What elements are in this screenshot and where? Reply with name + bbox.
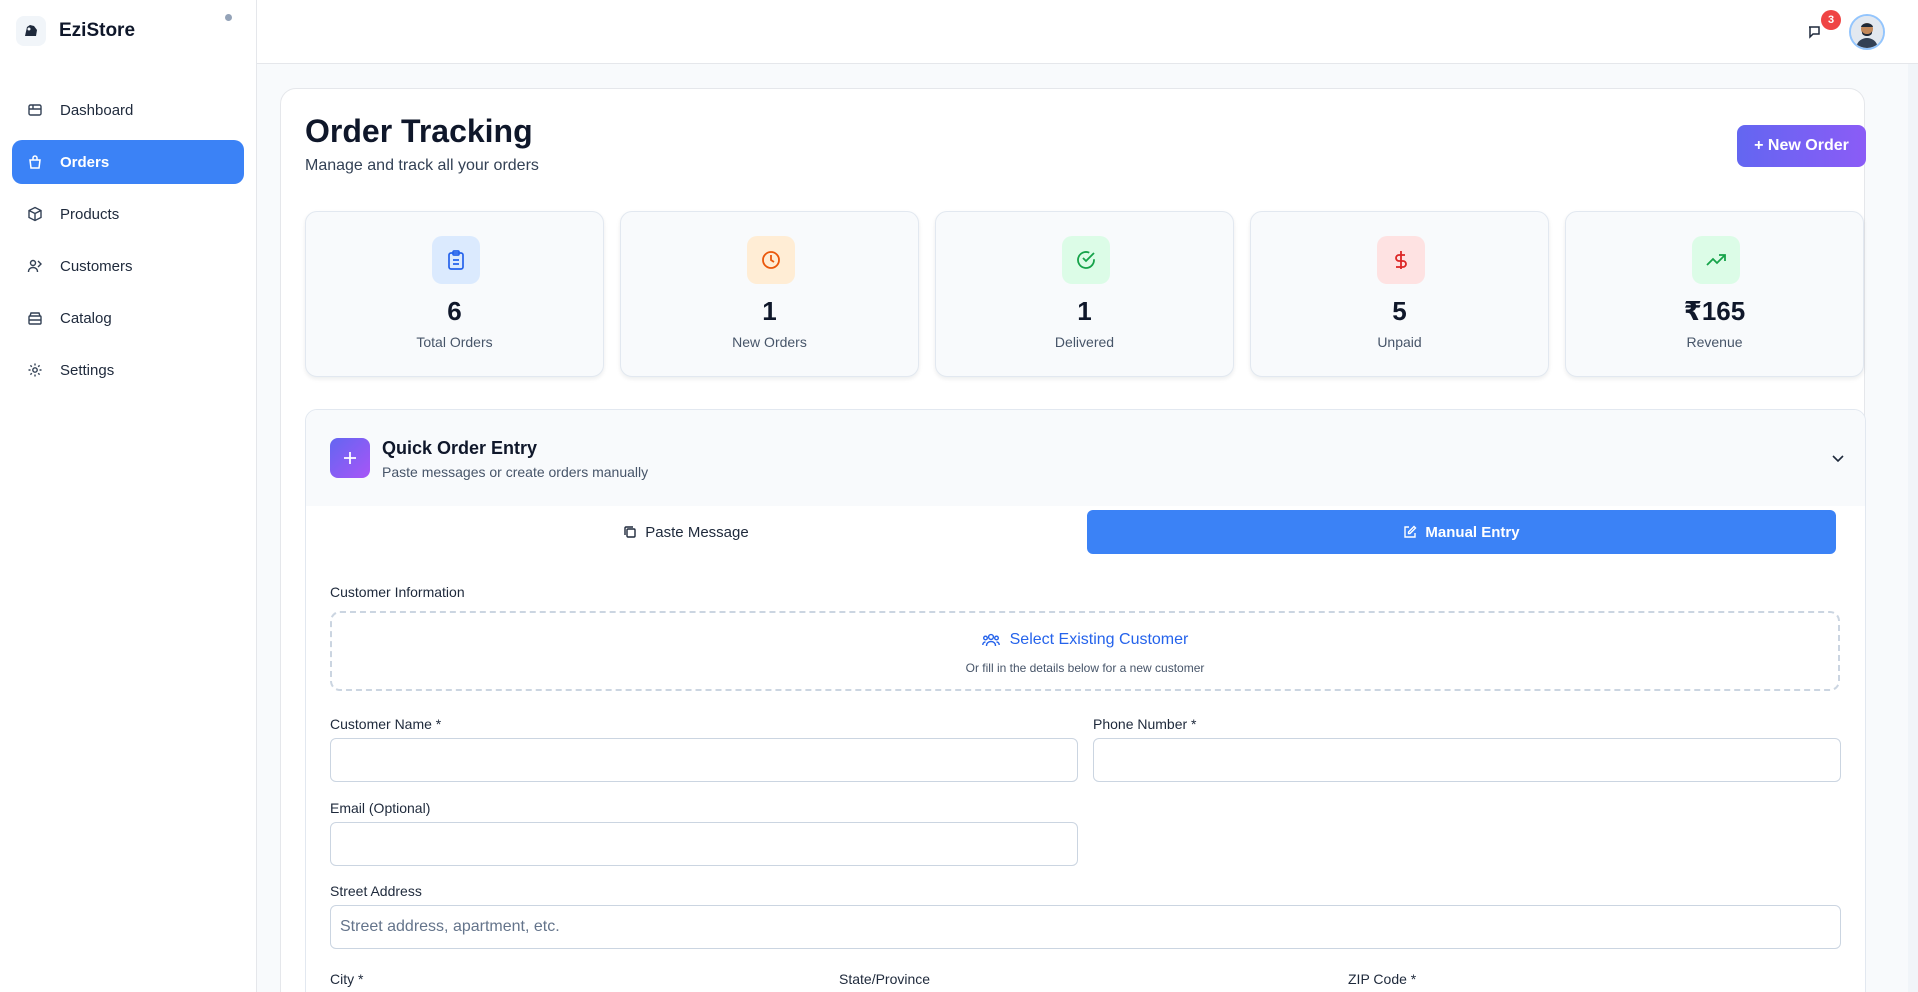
sidebar-item-products[interactable]: Products [12,192,244,236]
email-label: Email (Optional) [330,800,431,816]
brand-name: EziStore [59,20,136,41]
quick-order-entry-title: Quick Order Entry [382,438,538,458]
customer-name-input[interactable] [330,738,1078,782]
select-existing-customer-label: Select Existing Customer [1009,631,1189,648]
phone-number-input[interactable] [1093,738,1841,782]
gear-icon [26,361,44,379]
catalog-icon [26,309,44,327]
phone-number-label: Phone Number * [1093,716,1197,732]
stat-value: 5 [1392,296,1407,326]
sidebar-toggle-dot[interactable] [225,14,232,21]
street-address-label: Street Address [330,883,422,899]
street-address-input[interactable] [330,905,1841,949]
state-province-label: State/Province [839,971,931,987]
stat-label: Delivered [1054,334,1115,350]
clock-icon [747,236,795,284]
tab-manual-entry[interactable]: Manual Entry [1087,510,1836,554]
stat-card-unpaid: 5 Unpaid [1250,211,1549,377]
stat-label: Revenue [1686,334,1743,350]
sidebar: EziStore Dashboard Orders Products Custo… [0,0,257,992]
user-avatar[interactable] [1849,14,1885,50]
page-scrollbar[interactable] [1908,64,1918,992]
page-title: Order Tracking [305,113,533,149]
edit-icon [1403,525,1417,539]
email-input[interactable] [330,822,1078,866]
quick-order-entry-header[interactable]: Quick Order Entry Paste messages or crea… [306,410,1865,506]
zip-code-label: ZIP Code * [1348,971,1417,987]
page-subtitle: Manage and track all your orders [305,157,539,174]
customer-information-label: Customer Information [330,584,465,600]
stat-label: Unpaid [1377,334,1422,350]
stat-label: Total Orders [416,334,493,350]
sidebar-item-catalog[interactable]: Catalog [12,296,244,340]
sidebar-item-label: Products [60,205,120,223]
main-card: Order Tracking Manage and track all your… [280,88,1866,992]
plus-icon [330,438,370,478]
sidebar-item-label: Catalog [60,309,112,327]
sidebar-nav: Dashboard Orders Products Customers Cata… [12,88,244,400]
city-label: City * [330,971,364,987]
top-bar: 3 [257,0,1918,64]
users-icon [26,257,44,275]
notification-badge: 3 [1821,10,1841,30]
brand[interactable]: EziStore [16,14,241,48]
select-existing-hint: Or fill in the details below for a new c… [965,661,1205,675]
tab-paste-message[interactable]: Paste Message [306,510,1066,554]
stat-value: 6 [447,296,462,326]
stat-card-total-orders: 6 Total Orders [305,211,604,377]
sidebar-item-dashboard[interactable]: Dashboard [12,88,244,132]
stat-value: ₹165 [1683,296,1746,326]
copy-icon [623,525,637,539]
sidebar-item-label: Settings [60,361,115,379]
new-order-button[interactable]: + New Order [1737,125,1866,167]
stats-row: 6 Total Orders 1 New Orders 1 Delivered … [305,211,1866,377]
sidebar-item-customers[interactable]: Customers [12,244,244,288]
stat-label: New Orders [732,334,807,350]
chevron-down-icon[interactable] [1826,446,1850,470]
customer-name-label: Customer Name * [330,716,442,732]
stat-card-new-orders: 1 New Orders [620,211,919,377]
brand-logo-icon [16,16,46,46]
stat-card-delivered: 1 Delivered [935,211,1234,377]
quick-order-entry-panel: Quick Order Entry Paste messages or crea… [305,409,1866,992]
stat-card-revenue: ₹165 Revenue [1565,211,1864,377]
stat-value: 1 [762,296,777,326]
trending-up-icon [1692,236,1740,284]
sidebar-item-label: Customers [60,257,133,275]
select-existing-customer-box[interactable]: Select Existing Customer Or fill in the … [330,611,1840,691]
dashboard-icon [26,101,44,119]
bag-icon [26,153,44,171]
tab-label: Paste Message [645,523,749,541]
stat-value: 1 [1077,296,1092,326]
check-circle-icon [1062,236,1110,284]
dollar-icon [1377,236,1425,284]
sidebar-item-settings[interactable]: Settings [12,348,244,392]
users-group-icon [981,632,1000,648]
tab-label: Manual Entry [1425,523,1520,541]
sidebar-item-orders[interactable]: Orders [12,140,244,184]
quick-order-entry-subtitle: Paste messages or create orders manually [382,464,649,480]
sidebar-item-label: Orders [60,153,110,171]
box-icon [26,205,44,223]
sidebar-item-label: Dashboard [60,101,134,119]
clipboard-icon [432,236,480,284]
